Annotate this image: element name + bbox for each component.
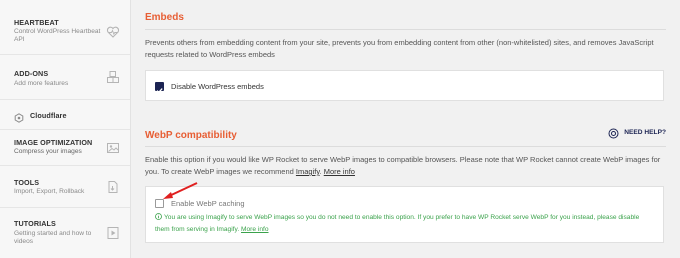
annotation-arrow xyxy=(163,182,198,199)
image-icon xyxy=(106,141,120,155)
heartbeat-icon xyxy=(106,25,120,39)
sidebar-item-addons[interactable]: ADD-ONS Add more features xyxy=(0,55,130,100)
imagify-webp-notice: You are using Imagify to serve WebP imag… xyxy=(155,212,655,235)
sidebar-item-tools[interactable]: TOOLS Import, Export, Rollback xyxy=(0,166,130,208)
addons-icon xyxy=(106,70,120,84)
sidebar-item-desc: Import, Export, Rollback xyxy=(14,188,85,195)
embeds-section-title: Embeds xyxy=(145,12,184,23)
sidebar-item-title: HEARTBEAT xyxy=(14,18,59,27)
sidebar-item-tutorials[interactable]: TUTORIALS Getting started and how to vid… xyxy=(0,208,130,258)
sidebar-item-cloudflare[interactable]: Cloudflare xyxy=(0,100,130,130)
section-divider xyxy=(145,146,666,147)
webp-section-title: WebP compatibility xyxy=(145,130,237,141)
imagify-link[interactable]: Imagify xyxy=(296,167,320,176)
sidebar-item-title: ADD-ONS xyxy=(14,69,49,78)
webp-option-box: Enable WebP caching You are using Imagif… xyxy=(145,186,664,243)
disable-embeds-label[interactable]: Disable WordPress embeds xyxy=(171,82,264,91)
video-icon xyxy=(106,226,120,240)
tools-icon xyxy=(106,180,120,194)
embeds-description: Prevents others from embedding content f… xyxy=(145,38,654,59)
sidebar-item-desc: Compress your images xyxy=(14,148,82,155)
sidebar-item-desc: Control WordPress Heartbeat API xyxy=(14,28,101,43)
sidebar-item-heartbeat[interactable]: HEARTBEAT Control WordPress Heartbeat AP… xyxy=(0,0,130,55)
help-icon xyxy=(608,128,619,139)
need-help-link[interactable]: NEED HELP? xyxy=(608,128,666,141)
sidebar-item-title: Cloudflare xyxy=(30,111,67,120)
need-help-label: NEED HELP? xyxy=(624,129,666,136)
sidebar: HEARTBEAT Control WordPress Heartbeat AP… xyxy=(0,0,131,258)
sidebar-item-title: IMAGE OPTIMIZATION xyxy=(14,138,93,147)
sidebar-item-title: TOOLS xyxy=(14,178,40,187)
section-divider xyxy=(145,29,666,30)
main-content: Embeds Prevents others from embedding co… xyxy=(131,0,680,258)
cloudflare-icon xyxy=(14,110,24,123)
webp-description: Enable this option if you would like WP … xyxy=(145,154,666,178)
info-icon xyxy=(155,213,162,220)
sidebar-item-desc: Add more features xyxy=(14,80,69,87)
notice-text: You are using Imagify to serve WebP imag… xyxy=(155,214,640,233)
notice-more-info-link[interactable]: More info xyxy=(241,226,269,233)
webp-description-text: Enable this option if you would like WP … xyxy=(145,155,661,176)
disable-embeds-checkbox[interactable] xyxy=(155,82,164,94)
sidebar-item-title: TUTORIALS xyxy=(14,219,56,228)
more-info-link[interactable]: More info xyxy=(324,167,355,176)
sidebar-item-desc: Getting started and how to videos xyxy=(14,230,92,245)
embeds-option-box: Disable WordPress embeds xyxy=(145,70,664,101)
sidebar-item-image-optimization[interactable]: IMAGE OPTIMIZATION Compress your images xyxy=(0,130,130,166)
